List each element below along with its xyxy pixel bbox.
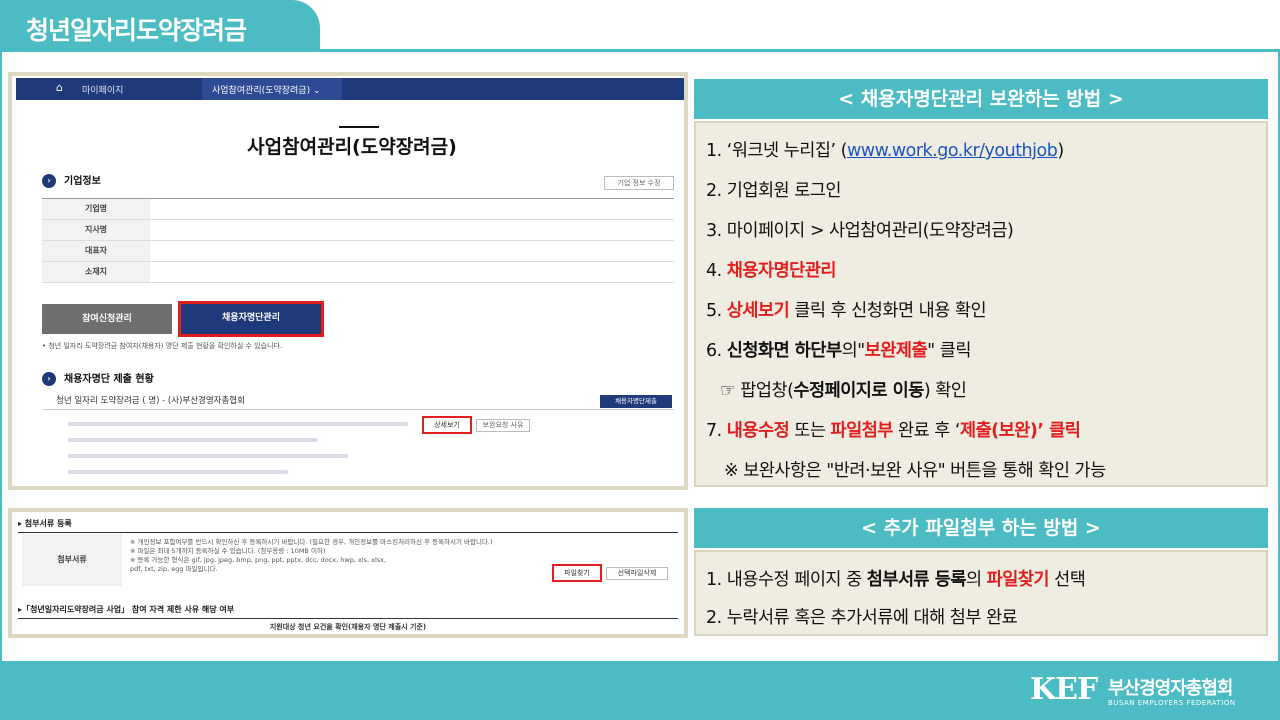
logo-english: BUSAN EMPLOYERS FEDERATION xyxy=(1108,699,1236,707)
reason-button[interactable]: 보완요청 사유 xyxy=(476,419,530,432)
frame-left xyxy=(0,52,2,662)
step-2: 2. 누락서류 혹은 추가서류에 대해 첨부 완료 xyxy=(706,608,1018,628)
divider xyxy=(18,618,678,619)
attachment-notes: ※ 개인정보 포함여부를 반드시 확인하신 후 등록하시기 바랍니다. (필요한… xyxy=(130,538,493,573)
pointing-hand-icon: ☞ xyxy=(720,381,736,401)
home-icon[interactable]: ⌂ xyxy=(56,81,63,94)
tab-employee-management[interactable]: 채용자명단관리 xyxy=(178,301,324,337)
step-5: 5. 상세보기 클릭 후 신청화면 내용 확인 xyxy=(706,301,987,321)
page-title: 청년일자리도약장려금 xyxy=(26,16,247,45)
panel2-title: < 추가 파일첨부 하는 방법 > xyxy=(694,508,1268,548)
company-info-table: 기업명 지사명 대표자 소재지 xyxy=(42,198,674,283)
edit-company-button[interactable]: 기업 정보 수정 xyxy=(604,176,674,190)
step-1: 1. 내용수정 페이지 중 첨부서류 등록의 파일찾기 선택 xyxy=(706,570,1086,590)
file-delete-button[interactable]: 선택파일삭제 xyxy=(606,567,668,580)
table-row: 소재지 xyxy=(42,262,674,283)
step-4: 4. 채용자명단관리 xyxy=(706,261,836,281)
eligibility-heading: ▸「청년일자리도약장려금 사업」 참여 자격 제한 사유 해당 여부 xyxy=(18,605,235,614)
panel1-body: 1. ‘워크넷 누리집’ (www.work.go.kr/youthjob) 2… xyxy=(694,121,1268,487)
panel1-title: < 채용자명단관리 보완하는 방법 > xyxy=(694,79,1268,119)
shot-page-title: 사업참여관리(도약장려금) xyxy=(247,136,457,158)
attachment-heading: ▸ 첨부서류 등록 xyxy=(18,519,72,528)
step-7: 7. 내용수정 또는 파일첨부 완료 후 ‘제출(보완)’ 클릭 xyxy=(706,421,1081,441)
title-tab: 청년일자리도약장려금 xyxy=(0,0,320,52)
panel2-body: 1. 내용수정 페이지 중 첨부서류 등록의 파일찾기 선택 2. 누락서류 혹… xyxy=(694,550,1268,636)
step-3: 3. 마이페이지 > 사업참여관리(도약장려금) xyxy=(706,221,1014,241)
blurred-row xyxy=(68,422,408,426)
attachment-label: 첨부서류 xyxy=(22,534,122,586)
chevron-right-icon: › xyxy=(42,372,56,386)
step-6-popup: ☞ 팝업창(수정페이지로 이동) 확인 xyxy=(720,381,967,401)
logo-korean: 부산경영자총협회 xyxy=(1108,678,1233,699)
detail-view-button[interactable]: 상세보기 xyxy=(422,416,472,434)
screenshot-employee-management: ⌂ 마이페이지 사업참여관리(도약장려금) ⌄ 사업참여관리(도약장려금) › 기… xyxy=(8,72,688,490)
blurred-row xyxy=(68,438,318,442)
step-1: 1. ‘워크넷 누리집’ (www.work.go.kr/youthjob) xyxy=(706,141,1064,161)
blurred-row xyxy=(68,454,348,458)
submit-employee-button[interactable]: 채용자명단제출 xyxy=(600,395,672,408)
file-find-button[interactable]: 파일찾기 xyxy=(552,564,602,582)
logo-mark: KEF xyxy=(1030,672,1098,707)
title-underline xyxy=(339,126,379,128)
divider xyxy=(18,532,678,533)
breadcrumb-current[interactable]: 사업참여관리(도약장려금) ⌄ xyxy=(202,78,342,100)
table-row: 대표자 xyxy=(42,241,674,262)
screenshot-attachment: ▸ 첨부서류 등록 첨부서류 ※ 개인정보 포함여부를 반드시 확인하신 후 등… xyxy=(8,508,688,638)
tab-apply-management[interactable]: 참여신청관리 xyxy=(42,304,172,334)
breadcrumb: ⌂ 마이페이지 사업참여관리(도약장려금) ⌄ xyxy=(16,78,684,100)
submit-status-line: 청년 일자리 도약장려금 ( 명) - (사)부산경영자총협회 xyxy=(42,394,674,410)
step-note: ※ 보완사항은 "반려·보완 사유" 버튼을 통해 확인 가능 xyxy=(724,461,1106,481)
section-submit-status: › 채용자명단 제출 현황 xyxy=(42,370,154,386)
eligibility-subheading: 지원대상 청년 요건을 확인(채용자 명단 제출시 기준) xyxy=(269,623,427,631)
chevron-right-icon: › xyxy=(42,174,56,188)
section-company: › 기업정보 xyxy=(42,172,101,188)
table-row: 기업명 xyxy=(42,199,674,220)
breadcrumb-mypage[interactable]: 마이페이지 xyxy=(82,83,123,96)
step-6: 6. 신청화면 하단부의"보완제출" 클릭 xyxy=(706,341,971,361)
worknet-link[interactable]: www.work.go.kr/youthjob xyxy=(847,141,1058,161)
step-2: 2. 기업회원 로그인 xyxy=(706,181,842,201)
tab-note: • 청년 일자리 도약장려금 참여자(채용자) 명단 제출 현황을 확인하실 수… xyxy=(42,342,283,350)
blurred-row xyxy=(68,470,288,474)
table-row: 지사명 xyxy=(42,220,674,241)
